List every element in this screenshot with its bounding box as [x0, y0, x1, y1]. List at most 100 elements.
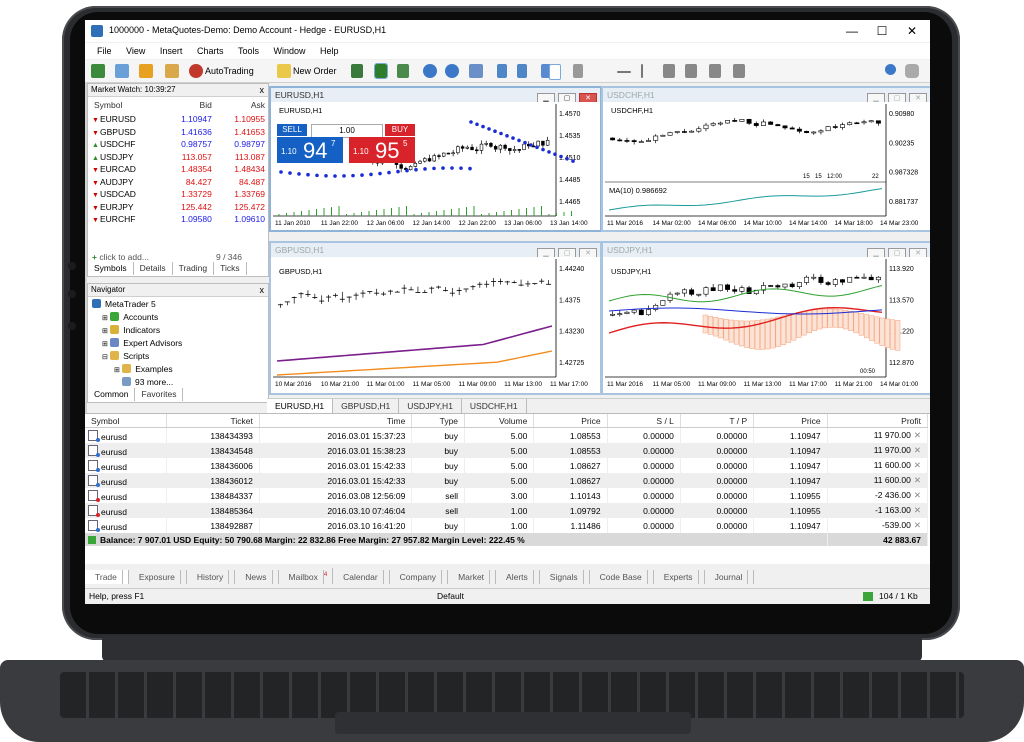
market-watch-row[interactable]: ▼EURUSD 1.10947 1.10955: [88, 113, 268, 126]
col-header[interactable]: Volume: [464, 414, 535, 428]
toolbox-tab-calendar[interactable]: Calendar: [333, 569, 390, 584]
table-row[interactable]: eurusd 138434548 2016.03.01 15:38:23 buy 5.0…: [85, 443, 929, 458]
col-header[interactable]: Symbol: [85, 414, 167, 428]
toolbox-tab-trade[interactable]: Trade: [85, 569, 129, 584]
nav-more[interactable]: 93 more...: [122, 376, 173, 388]
menu-insert[interactable]: Insert: [160, 43, 183, 59]
col-symbol[interactable]: Symbol: [88, 97, 162, 113]
toolbox-tab-exposure[interactable]: Exposure: [129, 569, 187, 584]
chart-plot[interactable]: 0.90980 0.90235 0.987328 0.881737 11 Mar 201…: [603, 102, 930, 228]
col-header[interactable]: T / P: [680, 414, 755, 428]
toolbox-tab-alerts[interactable]: Alerts: [496, 569, 540, 584]
table-row[interactable]: eurusd 138492887 2016.03.10 16:41:20 buy 1.0…: [85, 518, 929, 533]
tab-details[interactable]: Details: [134, 262, 173, 275]
candlestick-icon[interactable]: [374, 63, 388, 79]
fibonacci-icon[interactable]: [685, 64, 697, 78]
crosshair-icon[interactable]: [573, 64, 583, 78]
market-watch-row[interactable]: ▼USDCAD 1.33729 1.33769: [88, 188, 268, 201]
autotrading-button[interactable]: AutoTrading: [205, 63, 254, 79]
menu-file[interactable]: File: [97, 43, 112, 59]
toolbox-tab-signals[interactable]: Signals: [540, 569, 590, 584]
toolbox-tab-code-base[interactable]: Code Base: [590, 569, 654, 584]
minimize-button[interactable]: —: [837, 23, 867, 39]
nav-examples[interactable]: ⊞ Examples: [114, 363, 173, 377]
tab-trading[interactable]: Trading: [173, 262, 215, 275]
toolbox-tab-experts[interactable]: Experts: [654, 569, 705, 584]
chart-tab-usdchf[interactable]: USDCHF,H1: [462, 399, 527, 413]
market-watch-row[interactable]: ▼AUDJPY 84.427 84.487: [88, 176, 268, 189]
menu-charts[interactable]: Charts: [197, 43, 224, 59]
cursor-icon[interactable]: [549, 64, 561, 80]
col-header[interactable]: Price: [753, 414, 828, 428]
col-header[interactable]: Time: [259, 414, 413, 428]
shapes-icon[interactable]: [733, 64, 745, 78]
chart-shift-icon[interactable]: [497, 64, 507, 78]
horizontal-line-icon[interactable]: [617, 71, 631, 73]
chart-window-gbpusd[interactable]: GBPUSD,H1 ▁ ▢ ✕ 1.44240 1.4375 1.43230 1.4272…: [269, 241, 602, 395]
market-watch-row[interactable]: ▼EURCHF 1.09580 1.09610: [88, 213, 268, 226]
sell-button[interactable]: SELL: [277, 124, 307, 136]
col-header[interactable]: Price: [533, 414, 608, 428]
close-position-icon[interactable]: ✕: [914, 505, 921, 515]
search-icon[interactable]: [885, 64, 896, 75]
chart-window-eurusd[interactable]: EURUSD,H1 ▁ ▢ ✕ 1.4570 1.4535 1.4510 1.4485 1.…: [269, 86, 602, 232]
col-header[interactable]: Type: [411, 414, 466, 428]
market-watch-row[interactable]: ▼EURJPY 125.442 125.472: [88, 201, 268, 214]
menu-help[interactable]: Help: [320, 43, 339, 59]
market-watch-row[interactable]: ▲USDCHF 0.98757 0.98797: [88, 138, 268, 151]
tab-symbols[interactable]: Symbols: [88, 262, 134, 275]
col-header[interactable]: Profit: [827, 414, 929, 428]
profiles-icon[interactable]: [115, 64, 129, 78]
chart-window-usdchf[interactable]: USDCHF,H1 ▁ ▢ ✕ 0.90980 0.90235 0.987328 0.88…: [601, 86, 930, 232]
col-header[interactable]: Ticket: [166, 414, 260, 428]
close-position-icon[interactable]: ✕: [914, 460, 921, 470]
close-position-icon[interactable]: ✕: [914, 520, 921, 530]
close-position-icon[interactable]: ✕: [914, 490, 921, 500]
text-icon[interactable]: [709, 64, 721, 78]
nav-accounts[interactable]: ⊞ Accounts: [102, 311, 158, 325]
col-header[interactable]: S / L: [607, 414, 681, 428]
nav-scripts[interactable]: ⊟ Scripts: [102, 350, 149, 364]
chart-window-usdjpy[interactable]: USDJPY,H1 ▁ ▢ ✕ 113.920 113.570 113.220 112.8…: [601, 241, 930, 395]
line-chart-icon[interactable]: [397, 64, 409, 78]
click-to-add[interactable]: + click to add...: [92, 252, 149, 262]
nav-metatrader5[interactable]: MetaTrader 5: [92, 298, 156, 310]
menu-tools[interactable]: Tools: [238, 43, 259, 59]
nav-expert-advisors[interactable]: ⊞ Expert Advisors: [102, 337, 182, 351]
close-button[interactable]: ✕: [897, 23, 927, 39]
tile-windows-icon[interactable]: [469, 64, 483, 78]
toolbox-tab-mailbox[interactable]: Mailbox 4: [279, 568, 334, 584]
toolbox-tab-journal[interactable]: Journal: [705, 569, 755, 584]
bar-chart-icon[interactable]: [351, 64, 363, 78]
new-order-icon[interactable]: [277, 64, 291, 78]
chat-icon[interactable]: [905, 64, 919, 78]
buy-button[interactable]: BUY: [385, 124, 415, 136]
tab-favorites[interactable]: Favorites: [135, 388, 184, 401]
nav-indicators[interactable]: ⊞ Indicators: [102, 324, 160, 338]
trendline-icon[interactable]: [641, 64, 643, 78]
table-row[interactable]: eurusd 138485364 2016.03.10 07:46:04 sell 1.…: [85, 503, 929, 518]
tab-common[interactable]: Common: [88, 388, 136, 401]
tab-ticks[interactable]: Ticks: [214, 262, 247, 275]
trackpad[interactable]: [335, 712, 691, 734]
close-position-icon[interactable]: ✕: [914, 475, 921, 485]
table-row[interactable]: eurusd 138436006 2016.03.01 15:42:33 buy 5.0…: [85, 458, 929, 473]
chart-plot[interactable]: 1.44240 1.4375 1.43230 1.42725 10 Mar 2016 10…: [271, 257, 600, 391]
toolbox-tab-company[interactable]: Company: [390, 569, 449, 584]
new-order-button[interactable]: New Order: [293, 63, 337, 79]
toolbox-tab-market[interactable]: Market: [448, 569, 497, 584]
zoom-out-icon[interactable]: [445, 64, 459, 78]
bid-price-box[interactable]: 1.10 94 7: [277, 137, 343, 163]
maximize-button[interactable]: ☐: [867, 23, 897, 39]
lot-size-input[interactable]: 1.00: [311, 124, 383, 138]
col-bid[interactable]: Bid: [162, 97, 215, 113]
autotrading-icon[interactable]: [189, 64, 203, 78]
close-position-icon[interactable]: ✕: [914, 430, 921, 440]
menu-window[interactable]: Window: [274, 43, 306, 59]
market-icon[interactable]: [139, 64, 153, 78]
zoom-in-icon[interactable]: [423, 64, 437, 78]
chart-tab-usdjpy[interactable]: USDJPY,H1: [399, 399, 462, 413]
chart-tab-eurusd[interactable]: EURUSD,H1: [267, 399, 334, 413]
autoscroll-icon[interactable]: [517, 64, 527, 78]
table-row[interactable]: eurusd 138436012 2016.03.01 15:42:33 buy 5.0…: [85, 473, 929, 488]
